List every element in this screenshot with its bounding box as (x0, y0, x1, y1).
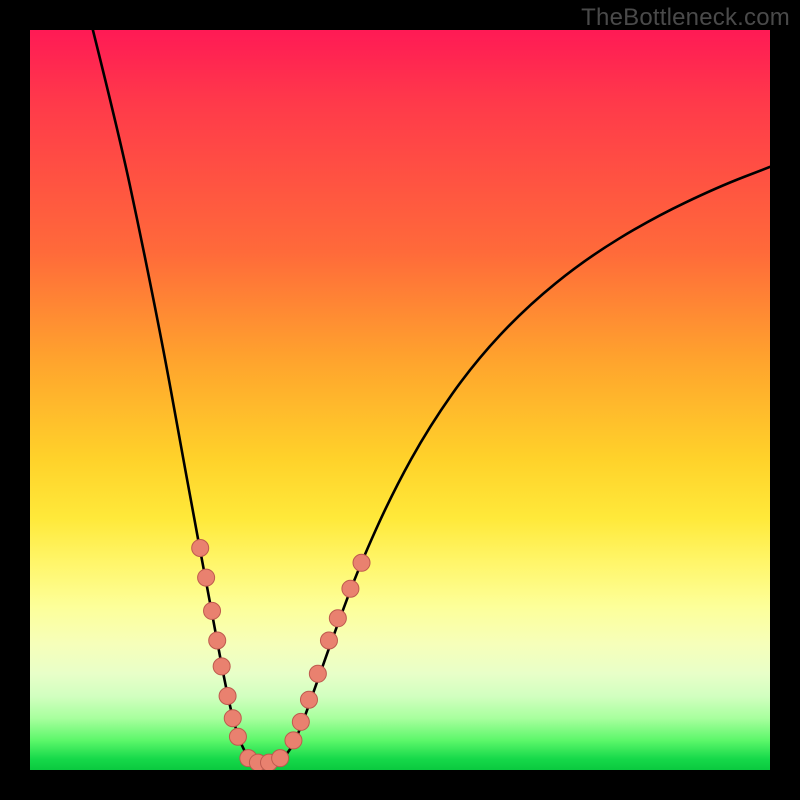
chart-svg (30, 30, 770, 770)
bead-marker (353, 554, 370, 571)
bead-marker (272, 750, 289, 767)
bead-marker (198, 569, 215, 586)
outer-frame: TheBottleneck.com (0, 0, 800, 800)
bead-marker (320, 632, 337, 649)
plot-area (30, 30, 770, 770)
bead-marker (309, 665, 326, 682)
bead-marker (300, 691, 317, 708)
bead-marker (329, 610, 346, 627)
bead-marker (342, 580, 359, 597)
bead-marker (209, 632, 226, 649)
bead-marker (219, 687, 236, 704)
bead-marker (213, 658, 230, 675)
bead-marker (292, 713, 309, 730)
bead-marker (224, 710, 241, 727)
bead-marker (192, 539, 209, 556)
bead-marker (285, 732, 302, 749)
watermark-text: TheBottleneck.com (581, 4, 790, 32)
bead-marker (229, 728, 246, 745)
bead-marker (204, 602, 221, 619)
v-curve (93, 30, 770, 765)
